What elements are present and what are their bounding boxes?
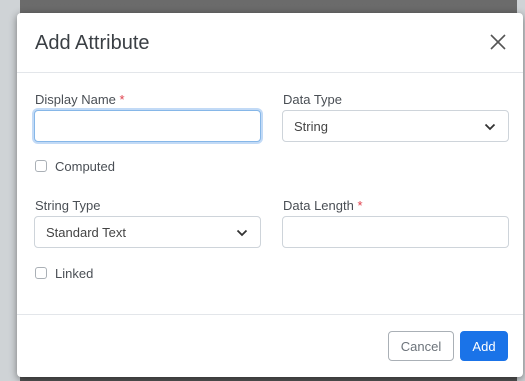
dialog-title: Add Attribute (35, 32, 150, 54)
data-length-label-text: Data Length (283, 198, 354, 213)
close-icon[interactable] (487, 31, 509, 53)
required-mark: * (119, 92, 125, 107)
string-type-select[interactable]: Standard Text (34, 216, 261, 248)
display-name-label: Display Name * (35, 92, 125, 107)
data-type-value: String (294, 119, 328, 134)
computed-checkbox[interactable] (35, 160, 47, 172)
string-type-label: String Type (35, 198, 101, 213)
string-type-value: Standard Text (46, 225, 126, 240)
display-name-label-text: Display Name (35, 92, 116, 107)
data-type-label: Data Type (283, 92, 343, 107)
required-mark: * (357, 198, 363, 213)
chevron-down-icon (484, 123, 496, 131)
data-length-input[interactable] (282, 216, 509, 248)
dialog-footer: Cancel Add (17, 314, 523, 377)
linked-checkbox-row[interactable]: Linked (35, 266, 125, 282)
linked-checkbox[interactable] (35, 267, 47, 279)
display-name-input[interactable] (34, 110, 261, 142)
cancel-button[interactable]: Cancel (388, 331, 454, 361)
linked-label: Linked (55, 266, 94, 281)
computed-label: Computed (55, 159, 115, 174)
data-length-label: Data Length * (283, 198, 363, 213)
chevron-down-icon (236, 229, 248, 237)
add-button[interactable]: Add (460, 331, 508, 361)
dialog-header: Add Attribute (17, 13, 523, 73)
computed-checkbox-row[interactable]: Computed (35, 159, 145, 175)
add-attribute-dialog: Add Attribute Display Name * Data Type S… (17, 13, 523, 377)
data-type-select[interactable]: String (282, 110, 509, 142)
